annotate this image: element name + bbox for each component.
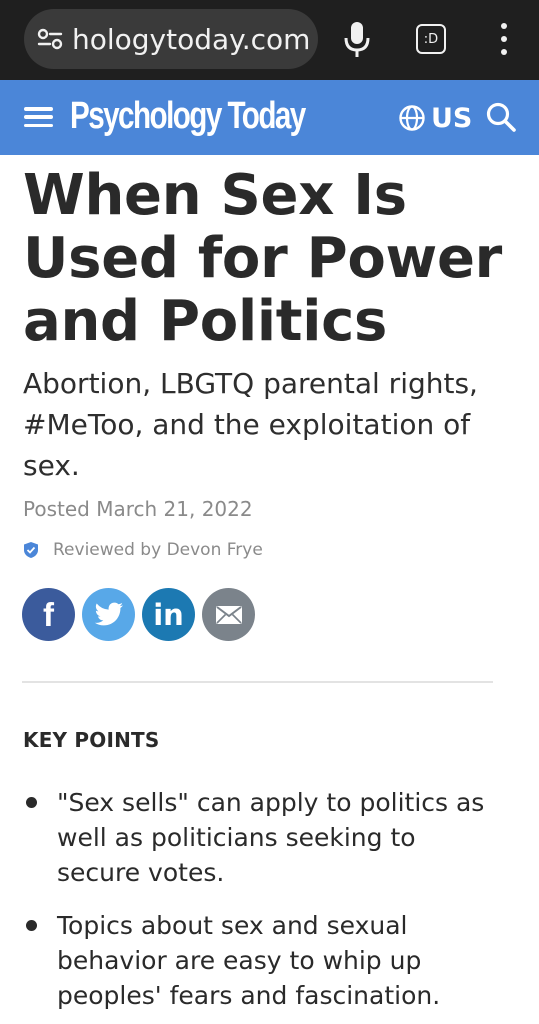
article-subtitle: Abortion, LBGTQ parental rights, #MeToo,…: [23, 367, 478, 482]
article-title: When Sex Is Used for Power and Politics: [23, 163, 502, 354]
globe-icon: [398, 104, 426, 132]
tabs-icon[interactable]: :D: [416, 24, 446, 54]
key-point-text: "Sex sells" can apply to politics as wel…: [57, 788, 485, 887]
reviewed-by: Reviewed by Devon Frye: [23, 540, 263, 560]
key-point-text: Topics about sex and sexual behavior are…: [57, 911, 441, 1010]
verified-shield-icon: [23, 541, 39, 559]
list-item: Topics about sex and sexual behavior are…: [23, 908, 503, 1013]
region-selector[interactable]: US: [398, 99, 472, 137]
browser-toolbar: hologytoday.com :D: [0, 0, 539, 80]
more-options-icon[interactable]: [494, 23, 514, 55]
site-header: Psychology Today US: [0, 80, 539, 155]
email-icon[interactable]: [202, 588, 255, 641]
bullet-icon: [26, 920, 37, 931]
facebook-icon[interactable]: f: [22, 588, 75, 641]
address-bar[interactable]: hologytoday.com: [24, 9, 318, 69]
posted-date: Posted March 21, 2022: [23, 497, 253, 521]
divider: [22, 681, 493, 683]
url-text[interactable]: hologytoday.com: [72, 23, 310, 56]
key-points-heading: KEY POINTS: [23, 728, 160, 752]
reviewed-by-text[interactable]: Reviewed by Devon Frye: [53, 540, 263, 560]
list-item: "Sex sells" can apply to politics as wel…: [23, 785, 503, 890]
key-points-list: "Sex sells" can apply to politics as wel…: [23, 785, 503, 1024]
region-label: US: [431, 102, 473, 134]
microphone-icon[interactable]: [343, 20, 371, 58]
site-logo[interactable]: Psychology Today: [70, 95, 306, 138]
twitter-icon[interactable]: [82, 588, 135, 641]
linkedin-icon[interactable]: in: [142, 588, 195, 641]
bullet-icon: [26, 797, 37, 808]
site-info-icon[interactable]: [37, 26, 63, 52]
hamburger-menu-icon[interactable]: [24, 107, 53, 127]
search-icon[interactable]: [485, 101, 517, 133]
share-buttons: f in: [22, 588, 262, 641]
